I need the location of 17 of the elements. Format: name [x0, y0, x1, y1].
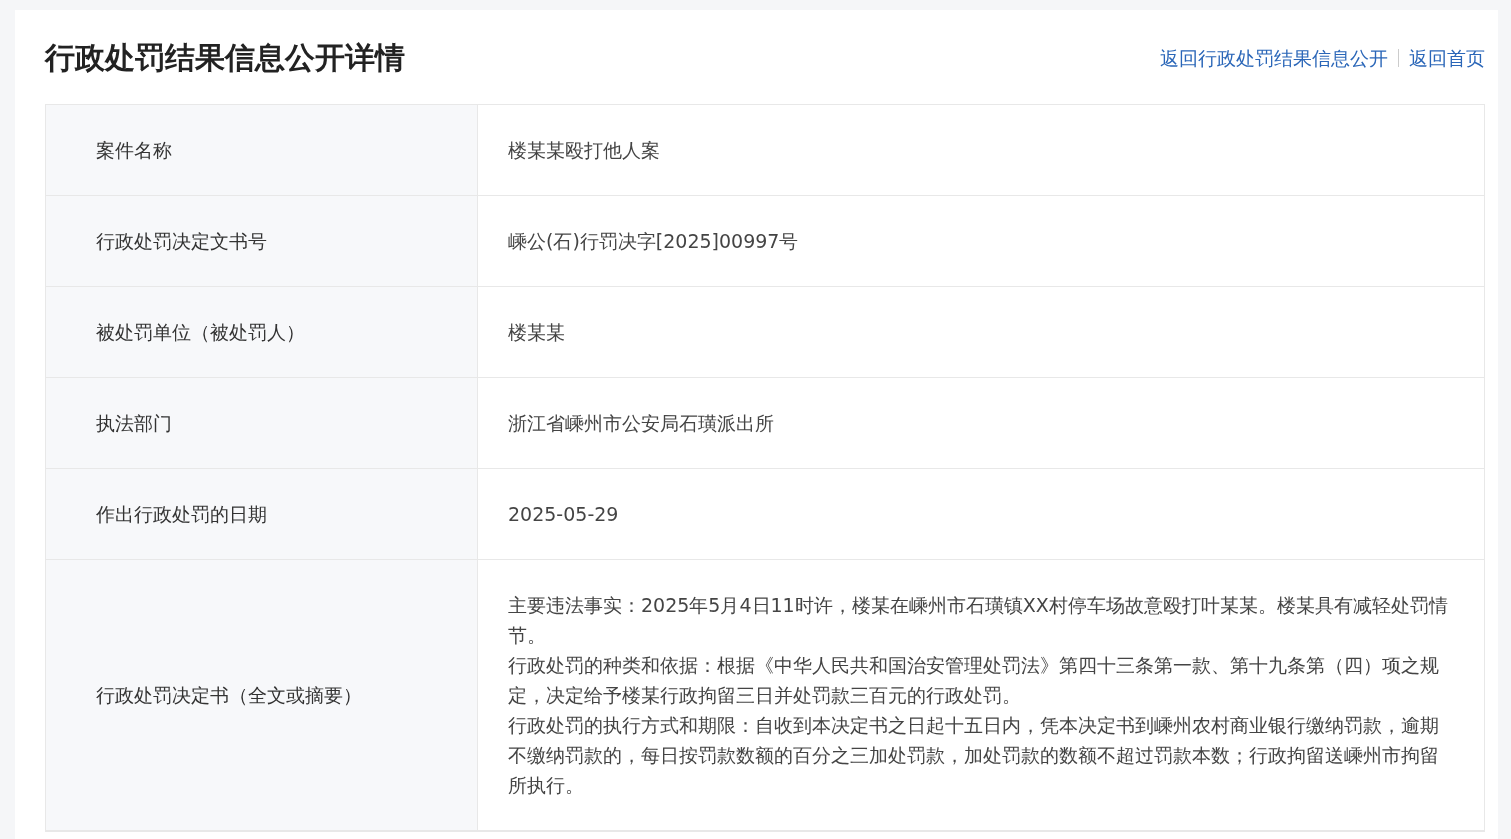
field-label: 案件名称: [96, 137, 172, 163]
page-title: 行政处罚结果信息公开详情: [45, 40, 405, 76]
nav-link[interactable]: 返回行政处罚结果信息公开: [1160, 43, 1388, 73]
field-label: 行政处罚决定文书号: [96, 228, 267, 254]
field-label: 行政处罚决定书（全文或摘要）: [96, 682, 362, 708]
field-label: 作出行政处罚的日期: [96, 501, 267, 527]
field-value: 主要违法事实：2025年5月4日11时许，楼某在嵊州市石璜镇XX村停车场故意殴打叶某某。楼某具有减轻处罚情节。: [508, 593, 1449, 648]
field-value: 行政处罚的执行方式和期限：自收到本决定书之日起十五日内，凭本决定书到嵊州农村商业银行缴纳罚款，逾期不缴纳罚款的，每日按罚款数额的百分之三加处罚款，加处罚款的数额不超过罚款本数；行政拘留送嵊州市拘留所执行。: [508, 713, 1440, 798]
nav-link[interactable]: 返回首页: [1409, 43, 1485, 73]
field-value: 楼某某: [508, 320, 566, 345]
field-label: 执法部门: [96, 410, 172, 436]
field-value: 楼某某殴打他人案: [508, 138, 661, 163]
field-value: 浙江省嵊州市公安局石璜派出所: [508, 411, 775, 436]
field-value: 2025-05-29: [508, 502, 620, 527]
field-label: 被处罚单位（被处罚人）: [96, 319, 305, 345]
field-value: 嵊公(石)行罚决字[2025]00997号: [508, 229, 800, 254]
field-value: 行政处罚的种类和依据：根据《中华人民共和国治安管理处罚法》第四十三条第一款、第十九条第（四）项之规定，决定给予楼某行政拘留三日并处罚款三百元的行政处罚。: [508, 653, 1440, 708]
